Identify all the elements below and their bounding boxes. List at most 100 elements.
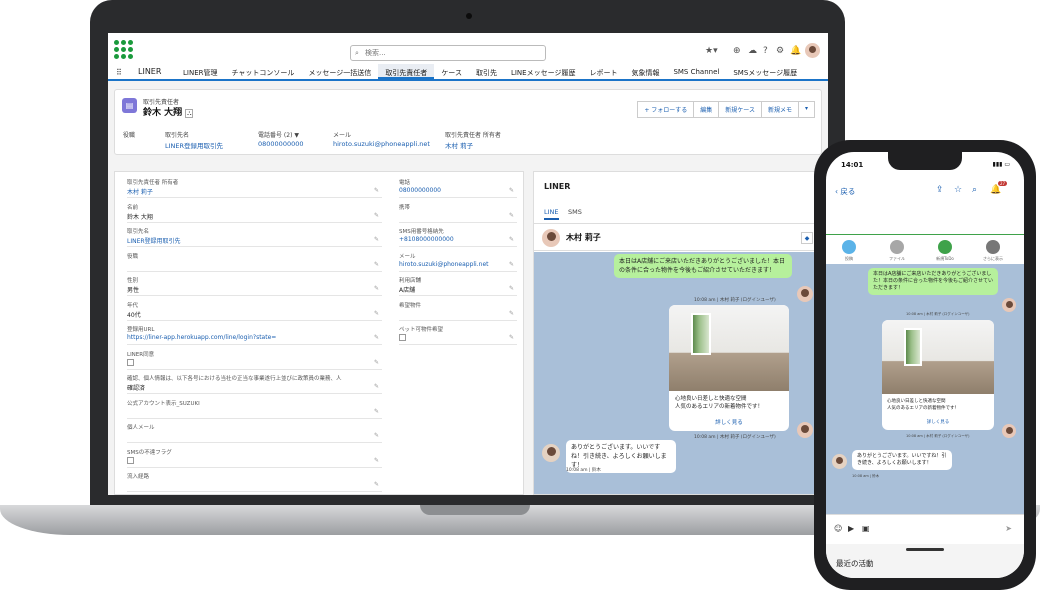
edit-pencil-icon[interactable]: ✎ (374, 481, 379, 488)
phone-message-timestamp: 10:08 am | 木村 莉子 (ログインユーザ) (906, 434, 970, 438)
room-photo (669, 305, 789, 391)
highlight-label: 役職 (123, 132, 136, 139)
tab-line[interactable]: LINE (544, 208, 559, 220)
notification-bell-icon[interactable]: 🔔 (790, 46, 801, 56)
record-action-button[interactable]: + フォローする (637, 101, 695, 118)
nav-tab[interactable]: チャットコンソール (225, 64, 302, 79)
search-icon[interactable]: ⌕ (972, 185, 977, 195)
highlight-value[interactable]: LINER登録用取引先 (165, 140, 223, 150)
share-icon[interactable]: ⇪ (936, 185, 944, 195)
org-logo-icon (114, 40, 133, 59)
field-value[interactable]: 08000000000 (399, 187, 503, 194)
app-launcher-icon[interactable]: ⠿ (116, 68, 122, 77)
field-label: ペット可物件希望 (399, 327, 444, 333)
nav-tab[interactable]: 取引先責任者 (378, 64, 435, 79)
edit-pencil-icon[interactable]: ✎ (374, 212, 379, 219)
phone-property-card-more-link[interactable]: 詳しく見る (882, 419, 994, 425)
edit-pencil-icon[interactable]: ✎ (509, 285, 514, 292)
edit-pencil-icon[interactable]: ✎ (374, 383, 379, 390)
nav-tab[interactable]: LINER管理 (176, 64, 225, 79)
help-icon[interactable]: ? (763, 46, 768, 56)
property-card-more-link[interactable]: 詳しく見る (669, 418, 789, 426)
edit-pencil-icon[interactable]: ✎ (374, 285, 379, 292)
quick-actions: 投稿 ファイル 新規ToDo さらに表示 (826, 234, 1024, 264)
record-action-button[interactable]: 編集 (693, 101, 720, 118)
add-icon[interactable]: ⊕ (733, 46, 741, 56)
field-value[interactable]: https://liner-app.herokuapp.com/line/log… (127, 334, 368, 341)
edit-pencil-icon[interactable]: ✎ (509, 261, 514, 268)
nav-tab[interactable]: LINEメッセージ履歴 (504, 64, 582, 79)
chat-action-button[interactable]: ◆ (801, 232, 813, 244)
nav-tab[interactable]: SMS Channel (666, 64, 726, 79)
edit-pencil-icon[interactable]: ✎ (374, 334, 379, 341)
edit-pencil-icon[interactable]: ✎ (509, 334, 514, 341)
setup-gear-icon[interactable]: ⚙ (776, 46, 784, 56)
user-avatar[interactable] (805, 43, 820, 58)
property-card[interactable]: 心地良い日差しと快適な空間 人気のあるエリアの新着物件です！ 詳しく見る (669, 305, 789, 431)
highlight-value[interactable]: 08000000000 (258, 140, 304, 148)
field-label: 確認、個人情報は、以下各号における当社の正当な事業遂行上並びに政策員の業務、人 (127, 376, 342, 382)
edit-pencil-icon[interactable]: ✎ (374, 359, 379, 366)
field-value[interactable]: LINER登録用取引先 (127, 236, 368, 245)
nav-tab[interactable]: 取引先 (469, 64, 504, 79)
more-icon[interactable] (986, 240, 1000, 254)
field-checkbox[interactable] (127, 358, 134, 366)
more-actions-chevron-icon[interactable]: ▾ (797, 101, 815, 118)
edit-pencil-icon[interactable]: ✎ (509, 236, 514, 243)
favorite-star-icon[interactable]: ☆ (954, 185, 962, 195)
edit-pencil-icon[interactable]: ✎ (374, 187, 379, 194)
property-card-text: 心地良い日差しと快適な空間 人気のあるエリアの新着物件です！ (675, 396, 764, 410)
nav-tab[interactable]: ケース (434, 64, 469, 79)
send-icon[interactable]: ➤ (1005, 524, 1012, 533)
post-icon[interactable] (842, 240, 856, 254)
field-value[interactable]: +8108000000000 (399, 236, 503, 243)
chat-panel-title: LINER (544, 182, 571, 191)
edit-pencil-icon[interactable]: ✎ (374, 236, 379, 243)
tab-sms[interactable]: SMS (568, 208, 582, 216)
new-todo-label: 新規ToDo (936, 256, 954, 261)
nav-tab[interactable]: メッセージ一括送信 (301, 64, 378, 79)
hierarchy-icon[interactable]: ⛬ (185, 109, 194, 118)
new-todo-icon[interactable] (938, 240, 952, 254)
edit-pencil-icon[interactable]: ✎ (509, 212, 514, 219)
field-value[interactable]: 木村 莉子 (127, 187, 368, 196)
edit-pencil-icon[interactable]: ✎ (374, 432, 379, 439)
phone-message-input-bar[interactable]: ☺ ▶ ▣ ➤ (826, 514, 1024, 544)
phone-footer: 最近の活動 (826, 544, 1024, 578)
edit-pencil-icon[interactable]: ✎ (374, 261, 379, 268)
highlight-value[interactable]: 木村 莉子 (445, 140, 473, 150)
edit-pencil-icon[interactable]: ✎ (374, 408, 379, 415)
edit-pencil-icon[interactable]: ✎ (374, 457, 379, 464)
nav-items: LINER管理 チャットコンソール メッセージ一括送信 取引先責任者 ケース 取引先 LIN… (176, 64, 804, 79)
field-value[interactable]: hiroto.suzuki@phoneappli.net (399, 261, 503, 268)
agent-avatar (1002, 298, 1016, 312)
record-action-button[interactable]: 新規メモ (760, 101, 799, 118)
phone-frame: 14:01 ▮▮▮ ▭ ‹ 戻る ⇪ ☆ ⌕ 🔔 27 投稿 ファイル 新規To… (814, 140, 1036, 590)
webcam (466, 13, 472, 19)
edit-pencil-icon[interactable]: ✎ (509, 187, 514, 194)
edit-pencil-icon[interactable]: ✎ (374, 310, 379, 317)
message-timestamp: 10:08 am | 木村 莉子 (ログインユーザ) (694, 298, 776, 303)
agent-avatar (797, 286, 813, 302)
agent-avatar (797, 422, 813, 438)
notification-bell-icon[interactable]: 🔔 (990, 185, 1001, 195)
trailhead-icon[interactable]: ☁ (748, 46, 757, 56)
edit-pencil-icon[interactable]: ✎ (509, 310, 514, 317)
back-button[interactable]: ‹ 戻る (835, 186, 855, 197)
field-checkbox[interactable] (399, 334, 406, 341)
image-icon[interactable]: ▣ (862, 524, 870, 533)
highlight-label: 取引先名 (165, 132, 190, 139)
global-search-input[interactable]: ⌕ 検索... (350, 45, 546, 61)
highlight-value[interactable]: hiroto.suzuki@phoneappli.net (333, 140, 430, 148)
favorites-star-icon[interactable]: ★▾ (705, 46, 718, 56)
video-icon[interactable]: ▶ (848, 524, 854, 533)
nav-tab[interactable]: レポート (582, 64, 624, 79)
file-icon[interactable] (890, 240, 904, 254)
record-action-button[interactable]: 新規ケース (718, 101, 762, 118)
field-checkbox[interactable] (127, 456, 134, 464)
sticker-icon[interactable]: ☺ (834, 524, 842, 533)
nav-tab[interactable]: 気象情報 (624, 64, 666, 79)
nav-tab[interactable]: SMSメッセージ履歴 (726, 64, 804, 79)
drag-handle[interactable] (906, 548, 944, 551)
phone-property-card[interactable]: 心地良い日差しと快適な空間 人気のあるエリアの新着物件です！ 詳しく見る (882, 320, 994, 430)
